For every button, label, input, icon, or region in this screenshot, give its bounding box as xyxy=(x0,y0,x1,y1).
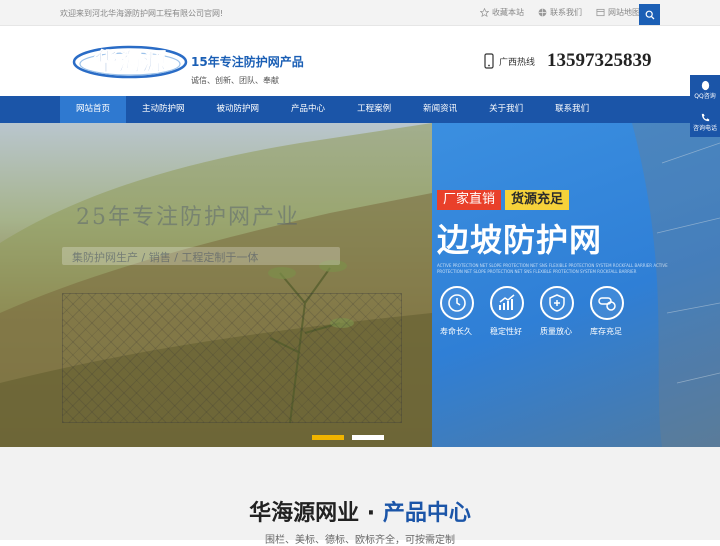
site-header: 华海源 15年专注防护网产品 诚信、创新、团队、奉献 广西热线 13597325… xyxy=(0,26,720,96)
welcome-text: 欢迎来到河北华海源防护网工程有限公司官网! xyxy=(60,9,224,18)
pills-icon xyxy=(598,297,616,311)
nav-item-news[interactable]: 新闻资讯 xyxy=(407,96,473,123)
section-title-main: 华海源网业 · xyxy=(249,501,383,526)
logo-graphic: 华海源 xyxy=(72,45,188,79)
star-icon xyxy=(480,8,489,17)
hero-banner[interactable]: 25年专注防护网产业 集防护网生产 / 销售 / 工程定制于一体 厂家直销 货源… xyxy=(0,123,720,447)
banner-ghost-title: 25年专注防护网产业 xyxy=(76,205,300,230)
feature-item: 质量放心 xyxy=(540,286,576,337)
carousel-dot-1[interactable] xyxy=(312,435,344,440)
slogan-sub: 诚信、创新、团队、奉献 xyxy=(191,76,279,85)
search-button[interactable] xyxy=(639,4,660,25)
rock-net-texture xyxy=(632,123,720,447)
carousel-dots xyxy=(312,435,384,440)
phone-icon xyxy=(701,113,709,122)
company-logo[interactable]: 华海源 xyxy=(72,38,190,82)
shield-plus-icon xyxy=(549,294,565,312)
banner-ghost-subtitle: 集防护网生产 / 销售 / 工程定制于一体 xyxy=(72,251,259,264)
qq-icon xyxy=(701,80,709,91)
nav-item-passive-net[interactable]: 被动防护网 xyxy=(201,96,276,123)
bookmark-link[interactable]: 收藏本站 xyxy=(480,7,524,18)
top-links: 收藏本站 联系我们 网站地图 xyxy=(480,7,640,18)
slogan-title: 15年专注防护网产品 xyxy=(191,55,304,69)
nav-item-contact[interactable]: 联系我们 xyxy=(539,96,605,123)
banner-photo: 25年专注防护网产业 集防护网生产 / 销售 / 工程定制于一体 xyxy=(0,123,432,447)
qq-consult-button[interactable]: QQ咨询 xyxy=(690,75,720,105)
product-center-section: 华海源网业 · 产品中心 围栏、美标、德标、欧标齐全，可按需定制 xyxy=(0,447,720,546)
contact-label: 联系我们 xyxy=(550,8,582,17)
clock-icon xyxy=(448,294,466,312)
feature-item: 寿命长久 xyxy=(440,286,476,337)
hotline-number: 13597325839 xyxy=(547,50,652,71)
slogan: 15年专注防护网产品 诚信、创新、团队、奉献 xyxy=(191,53,304,86)
nav-item-active-net[interactable]: 主动防护网 xyxy=(126,96,201,123)
section-subtitle: 围栏、美标、德标、欧标齐全，可按需定制 xyxy=(265,535,455,546)
sitemap-link[interactable]: 网站地图 xyxy=(596,7,640,18)
side-float-bar: QQ咨询 咨询电话 xyxy=(690,75,720,139)
chart-up-icon xyxy=(499,294,515,310)
feature-label: 稳定性好 xyxy=(490,327,522,336)
feature-item: 库存充足 xyxy=(590,286,626,337)
feature-item: 稳定性好 xyxy=(490,286,526,337)
section-title-highlight: 产品中心 xyxy=(382,501,471,526)
nav-item-cases[interactable]: 工程案例 xyxy=(341,96,407,123)
section-title: 华海源网业 · 产品中心 xyxy=(0,495,720,527)
phone-consult-label: 咨询电话 xyxy=(692,125,717,132)
mobile-phone-icon xyxy=(484,53,494,69)
banner-title: 边坡防护网 xyxy=(437,221,603,259)
nav-item-home[interactable]: 网站首页 xyxy=(60,96,127,123)
feature-label: 寿命长久 xyxy=(440,327,472,336)
map-icon xyxy=(596,8,605,17)
qq-consult-label: QQ咨询 xyxy=(694,93,716,100)
nav-item-about[interactable]: 关于我们 xyxy=(473,96,539,123)
globe-icon xyxy=(538,8,547,17)
feature-list: 寿命长久 稳定性好 质量放心 库存充足 xyxy=(440,286,626,337)
protective-net-frame xyxy=(62,293,402,423)
search-icon xyxy=(645,10,654,19)
banner-promo-panel xyxy=(432,123,720,447)
carousel-dot-2[interactable] xyxy=(352,435,384,440)
sitemap-label: 网站地图 xyxy=(608,8,640,17)
tag-factory-direct: 厂家直销 xyxy=(437,190,502,210)
tag-ample-supply: 货源充足 xyxy=(505,190,570,210)
bookmark-label: 收藏本站 xyxy=(492,8,524,17)
hotline-label: 广西热线 xyxy=(499,57,536,68)
logo-text: 华海源 xyxy=(94,48,166,76)
hotline: 广西热线 13597325839 xyxy=(484,50,652,72)
contact-link[interactable]: 联系我们 xyxy=(538,7,582,18)
banner-fine-print: ACTIVE PROTECTION NET SLOPE PROTECTION N… xyxy=(437,263,668,274)
phone-consult-button[interactable]: 咨询电话 xyxy=(690,107,720,137)
top-bar: 欢迎来到河北华海源防护网工程有限公司官网! 收藏本站 联系我们 网站地图 xyxy=(0,0,720,26)
main-nav: 网站首页 主动防护网 被动防护网 产品中心 工程案例 新闻资讯 关于我们 联系我… xyxy=(0,96,720,123)
feature-label: 库存充足 xyxy=(590,327,622,336)
feature-label: 质量放心 xyxy=(540,327,572,336)
nav-item-products[interactable]: 产品中心 xyxy=(275,96,341,123)
